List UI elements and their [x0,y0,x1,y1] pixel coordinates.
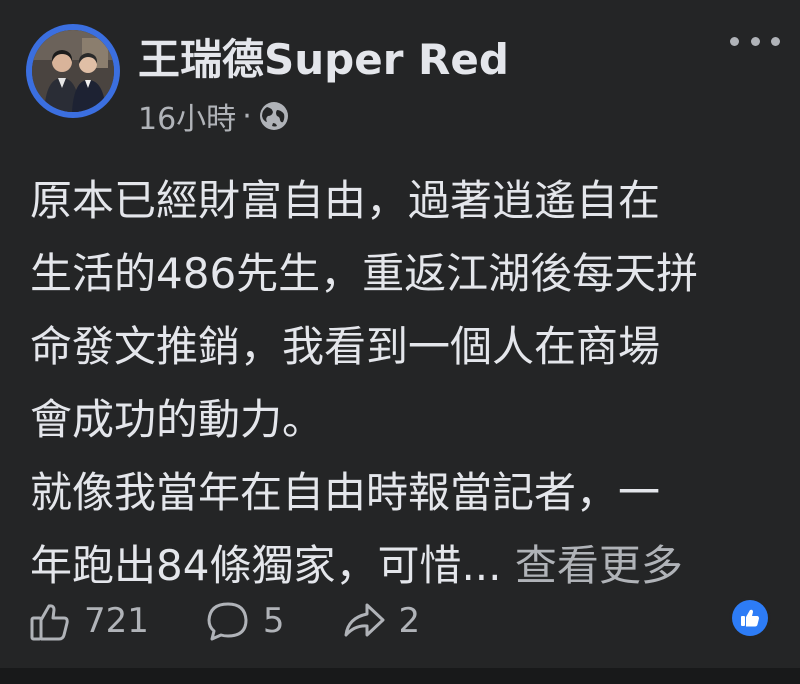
post-divider [0,668,800,684]
body-line: 命發文推銷，我看到一個人在商場 [30,322,661,371]
body-line: 原本已經財富自由，過著逍遙自在 [30,176,661,225]
like-button[interactable]: 721 [28,599,149,643]
comment-icon [205,599,251,643]
more-dot [771,36,780,46]
meta-separator: · [242,98,252,134]
share-icon [341,599,387,643]
comment-count: 5 [262,601,285,641]
like-reaction-badge[interactable] [732,600,768,636]
post-body: 原本已經財富自由，過著逍遙自在 生活的486先生，重返江湖後每天拼 命發文推銷，… [30,164,770,602]
body-line: 就像我當年在自由時報當記者，一 [30,468,661,517]
see-more-link[interactable]: 查看更多 [515,541,683,590]
body-line-last: 年跑出84條獨家，可惜... 查看更多 [30,529,770,602]
body-line: 會成功的動力。 [30,395,325,444]
post-stats: 721 5 2 [28,596,476,646]
like-count: 721 [84,601,149,641]
body-line-text: 年跑出84條獨家，可惜... [30,541,502,590]
more-dot [730,36,739,46]
more-dot [750,36,760,46]
share-count: 2 [398,601,421,641]
more-options-button[interactable] [730,32,780,50]
body-line: 生活的486先生，重返江湖後每天拼 [30,249,699,298]
thumbs-up-icon [28,599,72,643]
globe-icon[interactable] [258,100,290,132]
author-name[interactable]: 王瑞德Super Red [138,26,509,87]
author-avatar[interactable] [26,24,120,118]
like-icon [739,607,761,629]
avatar-photo [32,30,114,112]
post-meta: 16小時 · [138,94,290,138]
post-time[interactable]: 16小時 [138,94,236,138]
facebook-post: 王瑞德Super Red 16小時 · 原本已經財富自由，過著逍遙自在 生活的4… [0,0,800,684]
share-button[interactable]: 2 [341,599,421,643]
comment-button[interactable]: 5 [205,599,285,643]
